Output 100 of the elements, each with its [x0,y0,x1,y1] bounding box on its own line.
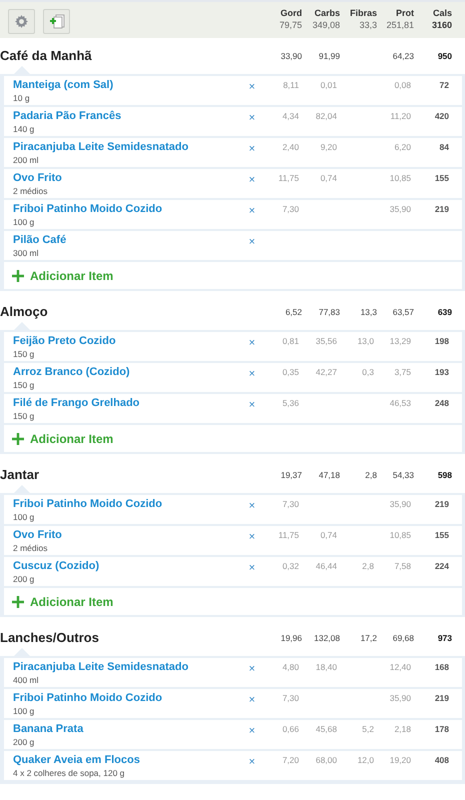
meal-total: 639 [436,306,452,318]
food-name-link[interactable]: Piracanjuba Leite Semidesnatado [13,141,243,154]
nutrient-value: 219 [434,498,449,511]
food-name-link[interactable]: Feijão Preto Cozido [13,335,243,348]
delete-button[interactable]: × [248,694,256,707]
food-name-link[interactable]: Friboi Patinho Moido Cozido [13,498,243,511]
food-name-link[interactable]: Padaria Pão Francês [13,110,243,123]
nutrient-value: 12,40 [388,661,411,674]
food-name-link[interactable]: Cuscuz (Cozido) [13,560,243,573]
serving-size: 2 médios [13,185,48,197]
food-name-link[interactable]: Manteiga (com Sal) [13,79,243,92]
nutrient-value: 5,36 [281,397,299,410]
nutrient-value: 7,30 [281,498,299,511]
delete-button[interactable]: × [248,81,256,94]
total-value: 33,3 [358,19,377,31]
add-item-button[interactable]: Adicionar Item [12,592,114,610]
serving-size: 100 g [13,216,36,228]
delete-button[interactable]: × [248,174,256,187]
nutrient-value: 84 [438,141,449,154]
nutrient-value: 12,0 [356,754,374,767]
food-name-link[interactable]: Ovo Frito [13,172,243,185]
nutrient-value: 0,66 [281,723,299,736]
serving-size: 2 médios [13,542,48,554]
delete-button[interactable]: × [248,368,256,381]
meal-total: 19,37 [280,468,302,482]
delete-button[interactable]: × [248,399,256,412]
nutrient-value: 68,00 [314,754,337,767]
nutrient-value: 72 [438,79,449,92]
delete-button[interactable]: × [248,205,256,218]
nutrient-value: 0,74 [319,172,337,185]
serving-size: 150 g [13,410,36,422]
nutrient-value: 11,75 [277,172,299,185]
food-name-link[interactable]: Arroz Branco (Cozido) [13,366,243,379]
meal-total: 91,99 [318,50,340,62]
nutrient-value: 7,30 [281,692,299,705]
nutrient-value: 46,53 [388,397,411,410]
food-name-link[interactable]: Ovo Frito [13,529,243,542]
nutrient-value: 10,85 [388,529,411,542]
meal-title: Almoço [0,304,48,320]
nutrient-value: 408 [434,754,449,767]
serving-size: 300 ml [13,247,40,259]
meal-total: 64,23 [392,50,414,62]
nutrient-value: 4,80 [281,661,299,674]
meal-title: Café da Manhã [0,48,92,64]
nutrient-value: 0,01 [319,79,337,92]
column-header: Prot [395,7,414,19]
meal-total: 69,68 [392,632,414,644]
food-name-link[interactable]: Piracanjuba Leite Semidesnatado [13,661,243,674]
nutrient-value: 8,11 [282,79,299,92]
add-item-button[interactable]: Adicionar Item [12,430,114,448]
column-header: Gord [280,7,302,19]
delete-button[interactable]: × [248,112,256,125]
nutrient-value: 0,35 [281,366,299,379]
serving-size: 200 g [13,573,36,585]
nutrient-value: 42,27 [314,366,337,379]
delete-button[interactable]: × [248,236,256,249]
nutrient-value: 7,30 [281,203,299,216]
nutrient-value: 10,85 [388,172,411,185]
serving-size: 150 g [13,379,36,391]
nutrient-value: 9,20 [319,141,337,154]
add-meal-button[interactable] [43,9,70,34]
delete-button[interactable]: × [248,562,256,575]
meal-title: Lanches/Outros [0,630,99,646]
delete-button[interactable]: × [248,500,256,513]
nutrient-value: 7,20 [281,754,299,767]
add-item-button[interactable]: Adicionar Item [12,266,114,284]
food-name-link[interactable]: Filé de Frango Grelhado [13,397,243,410]
total-value: 3160 [430,19,452,31]
nutrient-value: 35,90 [388,498,411,511]
nutrient-value: 2,8 [361,560,374,573]
food-name-link[interactable]: Friboi Patinho Moido Cozido [13,203,243,216]
meal-total: 17,2 [359,632,377,644]
nutrient-value: 219 [434,203,449,216]
nutrient-value: 224 [434,560,449,573]
delete-button[interactable]: × [248,337,256,350]
settings-button[interactable] [8,9,35,34]
delete-button[interactable]: × [248,143,256,156]
nutrient-value: 2,18 [393,723,411,736]
meal-total: 54,33 [392,468,414,482]
nutrient-value: 11,20 [389,110,411,123]
food-name-link[interactable]: Friboi Patinho Moido Cozido [13,692,243,705]
delete-button[interactable]: × [248,725,256,738]
meal-total: 6,52 [284,306,302,318]
nutrient-value: 168 [434,661,449,674]
meal-total: 63,57 [392,306,414,318]
meal-total: 598 [436,468,452,482]
food-name-link[interactable]: Pilão Café [13,234,243,247]
nutrient-value: 420 [434,110,449,123]
delete-button[interactable]: × [248,663,256,676]
serving-size: 100 g [13,705,36,717]
food-name-link[interactable]: Banana Prata [13,723,243,736]
nutrient-value: 35,90 [388,692,411,705]
delete-button[interactable]: × [248,531,256,544]
food-name-link[interactable]: Quaker Aveia em Flocos [13,754,243,767]
nutrient-value: 35,90 [388,203,411,216]
nutrient-value: 0,74 [319,529,337,542]
delete-button[interactable]: × [248,756,256,769]
nutrient-value: 155 [434,172,449,185]
serving-size: 10 g [13,92,31,104]
column-header: Cals [432,7,452,19]
